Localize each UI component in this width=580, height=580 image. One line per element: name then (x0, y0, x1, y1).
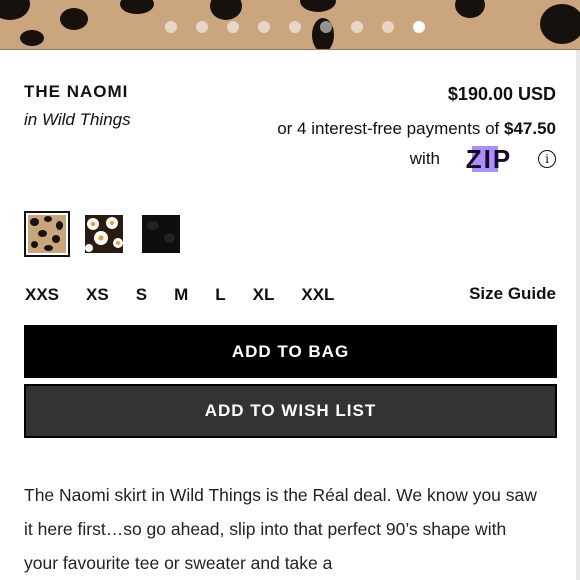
carousel-dot[interactable] (258, 21, 270, 33)
installment-amount: $47.50 (504, 119, 556, 138)
leopard-spot (210, 0, 242, 20)
size-guide-link[interactable]: Size Guide (469, 284, 556, 304)
carousel-dots (0, 21, 580, 33)
product-print-name: in Wild Things (24, 110, 131, 129)
swatch-black[interactable] (138, 211, 184, 257)
swatch-daisy[interactable] (81, 211, 127, 257)
product-title: THE NAOMI (24, 82, 129, 101)
carousel-dot[interactable] (382, 21, 394, 33)
product-image-carousel[interactable] (0, 0, 580, 50)
carousel-dot[interactable] (227, 21, 239, 33)
carousel-dot[interactable] (351, 21, 363, 33)
swatch-spot (56, 221, 63, 230)
zip-with-label: with (409, 149, 440, 168)
info-icon[interactable]: i (538, 150, 556, 168)
carousel-dot[interactable] (165, 21, 177, 33)
swatch-spot (147, 221, 159, 230)
swatch-spot (31, 241, 38, 248)
installment-text: or 4 interest-free payments of $47.50 (277, 119, 556, 139)
zip-logo[interactable]: ZIP (450, 144, 528, 174)
size-option-xxs[interactable]: XXS (25, 285, 59, 305)
carousel-dot[interactable] (320, 21, 332, 33)
add-to-wish-list-button[interactable]: ADD TO WISH LIST (24, 384, 557, 438)
leopard-spot (120, 0, 154, 14)
zip-logo-text: ZIP (466, 144, 512, 174)
swatch-spot (44, 245, 53, 251)
product-price: $190.00 USD (447, 84, 556, 104)
product-description: The Naomi skirt in Wild Things is the Ré… (24, 485, 537, 573)
carousel-dot[interactable] (289, 21, 301, 33)
swatch-spot (30, 218, 39, 226)
scrollbar-track[interactable] (576, 50, 580, 580)
size-option-xs[interactable]: XS (86, 285, 109, 305)
leopard-spot (455, 0, 485, 18)
swatch-spot (38, 230, 47, 237)
carousel-dot[interactable] (413, 21, 425, 33)
swatch-spot (164, 233, 175, 243)
leopard-spot (0, 0, 30, 20)
carousel-dot[interactable] (196, 21, 208, 33)
installment-prefix: or 4 interest-free payments of (277, 119, 504, 138)
size-option-s[interactable]: S (136, 285, 147, 305)
size-option-l[interactable]: L (215, 285, 225, 305)
size-option-xxl[interactable]: XXL (301, 285, 334, 305)
daisy-pattern-icon (85, 215, 123, 253)
leopard-spot (300, 0, 336, 12)
add-to-bag-button[interactable]: ADD TO BAG (24, 325, 557, 378)
size-option-xl[interactable]: XL (253, 285, 275, 305)
color-swatches (24, 211, 184, 257)
size-selector: XXS XS S M L XL XXL (25, 285, 361, 305)
size-option-m[interactable]: M (174, 285, 188, 305)
zip-payment-row: with ZIP i (410, 144, 556, 174)
swatch-leopard[interactable] (24, 211, 70, 257)
swatch-spot (52, 235, 60, 243)
swatch-spot (44, 216, 52, 222)
